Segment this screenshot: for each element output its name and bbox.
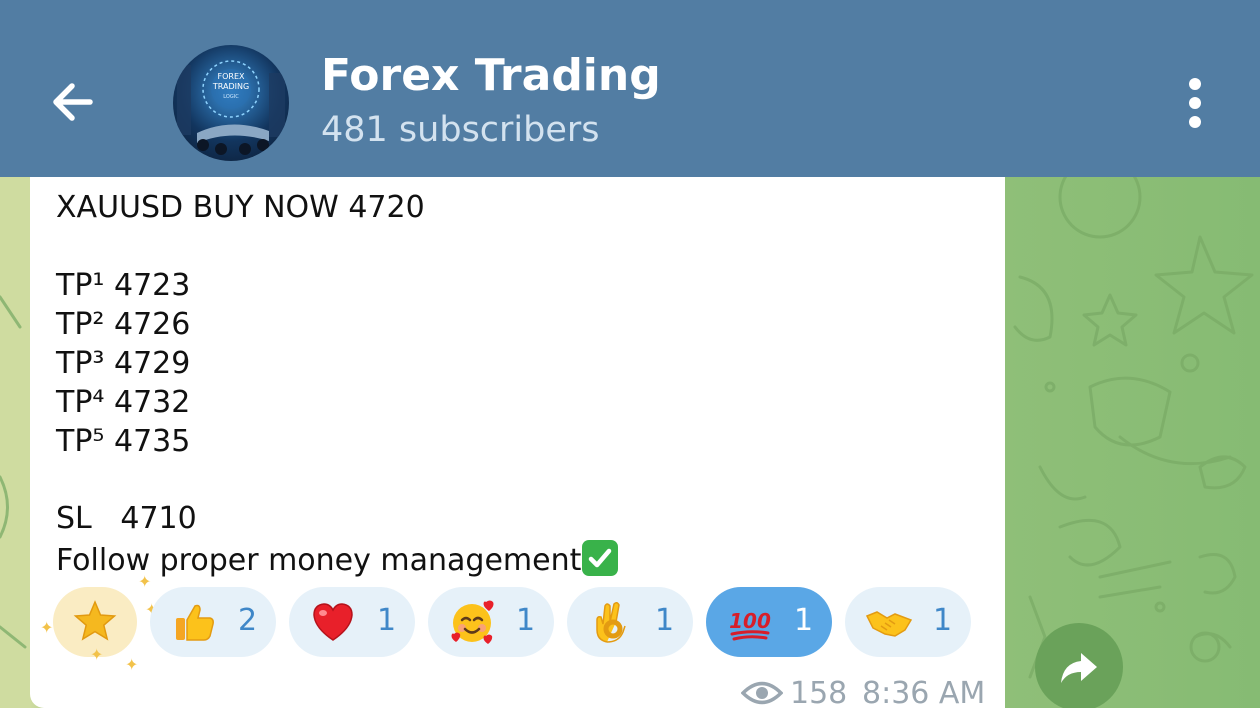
reaction-ok-hand[interactable]: 1 [567, 587, 693, 657]
hundred-points-icon: 100 [726, 598, 774, 646]
channel-title[interactable]: Forex Trading [321, 50, 661, 101]
message-line-tp3: TP³ 4729 [56, 346, 191, 381]
sparkle-icon: ✦ [90, 645, 104, 664]
sparkle-icon: ✦ [40, 618, 54, 637]
reaction-handshake[interactable]: 1 [845, 587, 971, 657]
red-heart-icon [309, 598, 357, 646]
message-line-tp5: TP⁵ 4735 [56, 424, 191, 459]
svg-text:100: 100 [729, 609, 771, 633]
chat-header: FOREX TRADING LOGIC Forex Trading 481 su… [0, 0, 1260, 177]
reaction-count: 1 [794, 603, 814, 638]
channel-avatar[interactable]: FOREX TRADING LOGIC [173, 45, 289, 161]
star-icon [73, 600, 117, 641]
message-line-tp4: TP⁴ 4732 [56, 385, 191, 420]
subscriber-count: 481 subscribers [321, 110, 600, 150]
reaction-thumbs-up[interactable]: 2 [150, 587, 276, 657]
smiling-face-with-hearts-icon [448, 598, 496, 646]
reaction-count: 1 [516, 603, 536, 638]
ok-hand-icon [587, 598, 635, 646]
reaction-heart[interactable]: 1 [289, 587, 415, 657]
more-options-button[interactable] [1172, 74, 1220, 132]
share-arrow-icon [1061, 653, 1097, 683]
handshake-icon [865, 598, 913, 646]
sparkle-icon: ✦ [138, 572, 152, 591]
message-time: 8:36 AM [862, 676, 986, 708]
check-mark-button-icon [582, 540, 619, 576]
reaction-count: 1 [933, 603, 953, 638]
reaction-hundred[interactable]: 100 1 [706, 587, 832, 657]
svg-text:FOREX: FOREX [218, 72, 246, 81]
reaction-count: 1 [655, 603, 675, 638]
message-line-tp1: TP¹ 4723 [56, 268, 191, 303]
message-line-sl: SL 4710 [56, 501, 197, 536]
eye-icon [741, 681, 783, 705]
reaction-smiling-hearts[interactable]: 1 [428, 587, 554, 657]
reaction-count: 2 [238, 603, 258, 638]
message-line-tp2: TP² 4726 [56, 307, 191, 342]
arrow-left-icon [53, 83, 93, 121]
view-count: 158 [790, 676, 848, 708]
message-note-text: Follow proper money management [56, 543, 582, 578]
more-vertical-icon [1189, 78, 1201, 90]
reaction-count: 1 [377, 603, 397, 638]
svg-text:TRADING: TRADING [212, 82, 249, 91]
svg-text:LOGIC: LOGIC [223, 94, 239, 100]
sparkle-icon: ✦ [125, 655, 139, 674]
message-line-symbol: XAUUSD BUY NOW 4720 [56, 190, 425, 225]
thumbs-up-icon [170, 598, 218, 646]
back-button[interactable] [40, 68, 108, 136]
forward-button[interactable] [1035, 623, 1123, 708]
